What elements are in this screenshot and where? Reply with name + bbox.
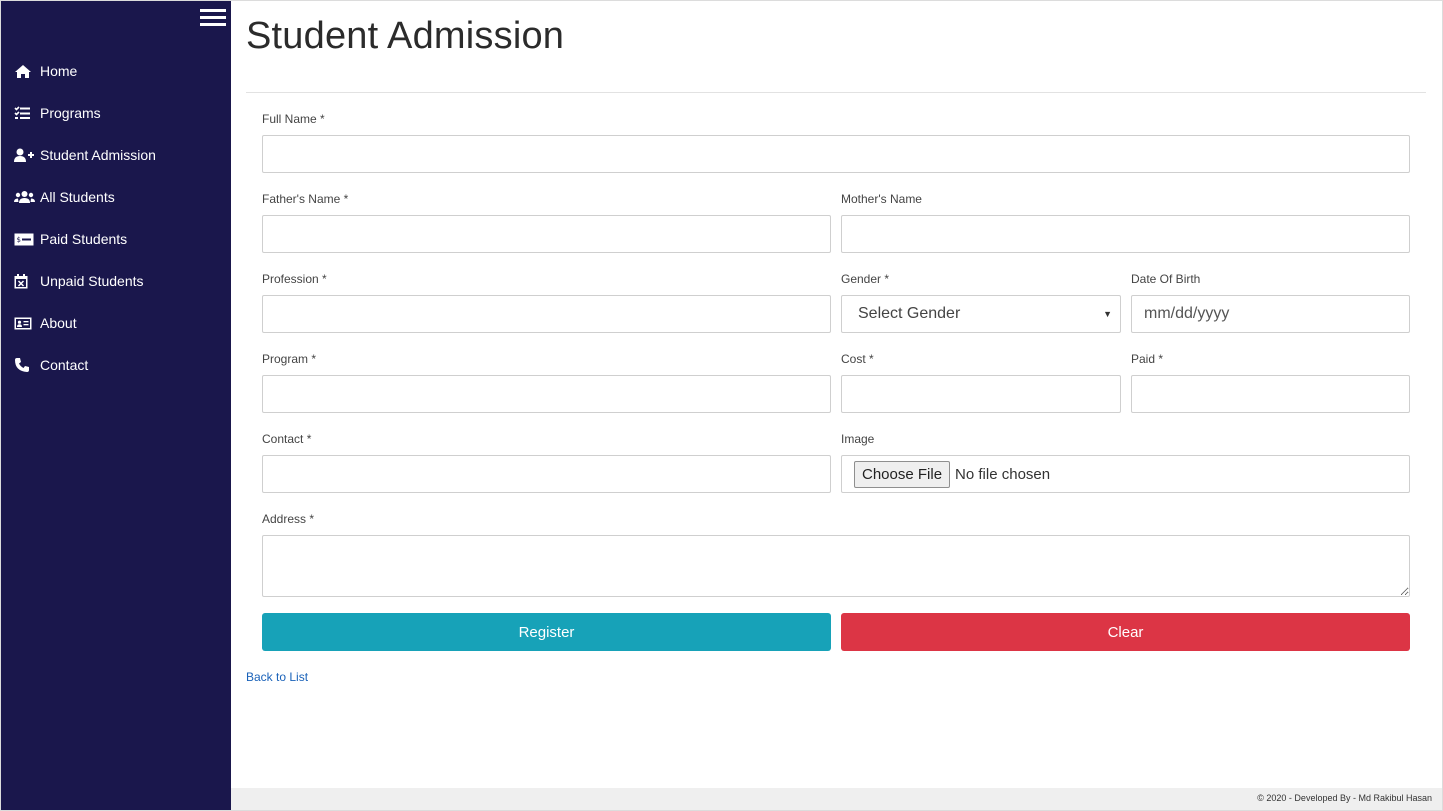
address-label: Address * <box>262 512 315 526</box>
gender-select[interactable]: Select Gender ▼ <box>841 295 1121 333</box>
home-icon <box>14 63 36 79</box>
gender-label: Gender * <box>841 272 890 286</box>
sidebar-item-label: Paid Students <box>40 231 128 247</box>
profession-input[interactable] <box>262 295 831 333</box>
image-label: Image <box>841 432 875 446</box>
register-button[interactable]: Register <box>262 613 831 651</box>
gender-selected-value: Select Gender <box>858 305 961 322</box>
sidebar-item-label: Programs <box>40 105 101 121</box>
user-plus-icon <box>14 147 36 163</box>
footer-credit: © 2020 - Developed By - Md Rakibul Hasan <box>1257 793 1432 803</box>
fathers-name-input[interactable] <box>262 215 831 253</box>
dropdown-caret-icon: ▼ <box>1103 309 1112 319</box>
sidebar-item-home[interactable]: Home <box>1 50 231 92</box>
mothers-name-label: Mother's Name <box>841 192 922 206</box>
back-to-list-link[interactable]: Back to List <box>246 670 308 684</box>
phone-icon <box>14 357 36 373</box>
clear-button[interactable]: Clear <box>841 613 1410 651</box>
sidebar: Home Programs Student Admission All Stud… <box>1 1 231 810</box>
sidebar-item-label: Home <box>40 63 78 79</box>
profession-label: Profession * <box>262 272 327 286</box>
sidebar-item-label: Unpaid Students <box>40 273 144 289</box>
title-divider <box>246 92 1426 93</box>
hamburger-menu-icon[interactable] <box>200 9 226 26</box>
contact-label: Contact * <box>262 432 312 446</box>
tasks-icon <box>14 105 36 121</box>
mothers-name-input[interactable] <box>841 215 1410 253</box>
date-of-birth-input[interactable]: mm/dd/yyyy <box>1131 295 1410 333</box>
sidebar-item-all-students[interactable]: All Students <box>1 176 231 218</box>
page-title: Student Admission <box>246 15 565 57</box>
date-of-birth-placeholder: mm/dd/yyyy <box>1144 305 1230 322</box>
users-icon <box>14 189 36 205</box>
sidebar-nav: Home Programs Student Admission All Stud… <box>1 50 231 386</box>
address-textarea[interactable] <box>262 535 1410 597</box>
sidebar-item-about[interactable]: About <box>1 302 231 344</box>
main-content: Student Admission Full Name * Father's N… <box>231 1 1442 788</box>
full-name-input[interactable] <box>262 135 1410 173</box>
paid-label: Paid * <box>1131 352 1164 366</box>
choose-file-button[interactable]: Choose File <box>854 460 951 488</box>
image-file-input: Choose File No file chosen <box>841 455 1410 493</box>
sidebar-item-student-admission[interactable]: Student Admission <box>1 134 231 176</box>
full-name-label: Full Name * <box>262 112 325 126</box>
footer: © 2020 - Developed By - Md Rakibul Hasan <box>231 788 1442 810</box>
file-status-text: No file chosen <box>955 465 1051 483</box>
program-input[interactable] <box>262 375 831 413</box>
sidebar-item-programs[interactable]: Programs <box>1 92 231 134</box>
contact-input[interactable] <box>262 455 831 493</box>
sidebar-item-label: About <box>40 315 77 331</box>
sidebar-item-contact[interactable]: Contact <box>1 344 231 386</box>
svg-text:$: $ <box>17 236 21 244</box>
date-of-birth-label: Date Of Birth <box>1131 272 1201 286</box>
cost-label: Cost * <box>841 352 874 366</box>
id-card-icon <box>14 315 36 331</box>
money-icon: $ <box>14 231 36 247</box>
cost-input[interactable] <box>841 375 1121 413</box>
program-label: Program * <box>262 352 317 366</box>
paid-input[interactable] <box>1131 375 1410 413</box>
fathers-name-label: Father's Name * <box>262 192 349 206</box>
sidebar-item-label: Student Admission <box>40 147 156 163</box>
sidebar-item-paid-students[interactable]: $ Paid Students <box>1 218 231 260</box>
sidebar-item-label: Contact <box>40 357 89 373</box>
calendar-x-icon <box>14 273 36 289</box>
sidebar-item-label: All Students <box>40 189 115 205</box>
sidebar-item-unpaid-students[interactable]: Unpaid Students <box>1 260 231 302</box>
